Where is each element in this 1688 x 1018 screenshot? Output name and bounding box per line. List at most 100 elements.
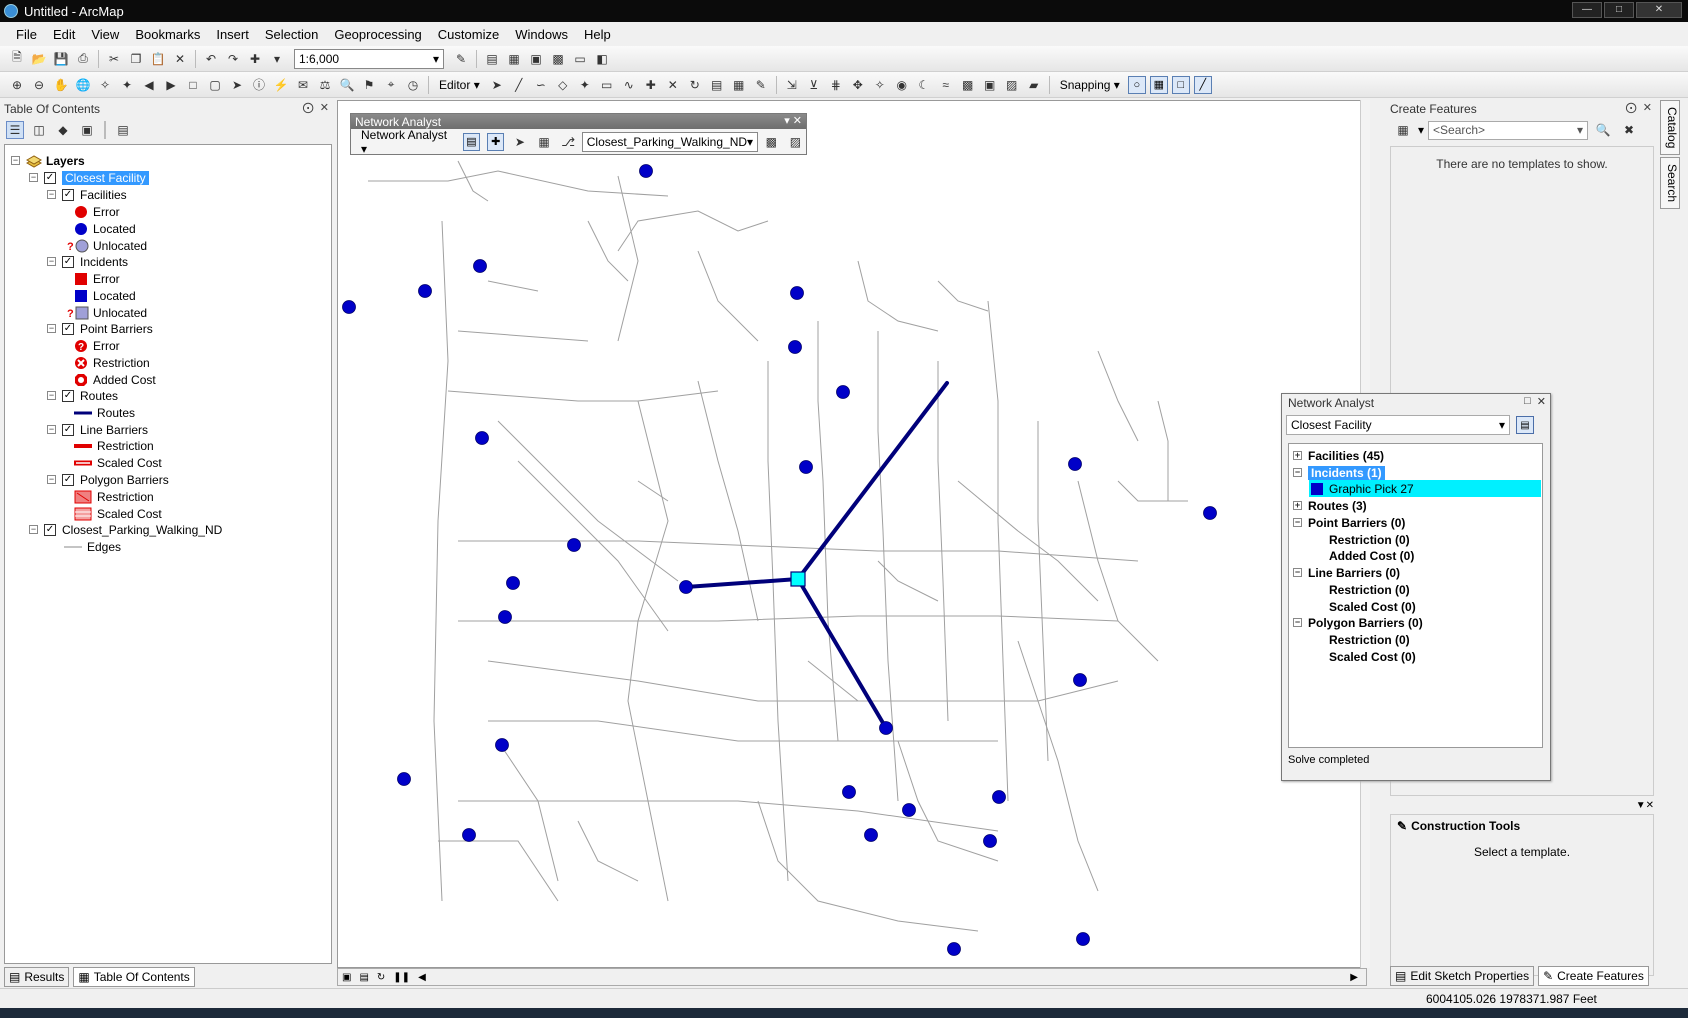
close-icon[interactable]: ✕ (1537, 395, 1546, 408)
layers-row[interactable]: − Layers (11, 152, 85, 169)
table-of-contents-icon[interactable]: ▤ (483, 50, 501, 68)
routes-class-row[interactable]: + Routes (3) (1293, 497, 1367, 514)
menu-customize[interactable]: Customize (430, 27, 507, 42)
search-icon[interactable]: 🔍 (1594, 121, 1612, 139)
build-network-icon[interactable]: ▦ (535, 133, 552, 151)
menu-selection[interactable]: Selection (257, 27, 326, 42)
shared-edge-icon[interactable]: ✧ (871, 76, 889, 94)
directions-icon[interactable]: ▨ (787, 133, 804, 151)
template-search-box[interactable]: <Search> ▾ (1428, 120, 1589, 140)
incidents-row[interactable]: − ✓ Incidents (47, 253, 128, 270)
line-barriers-row[interactable]: − ✓ Line Barriers (47, 421, 148, 438)
layer-properties-icon[interactable]: ▤ (1516, 416, 1534, 434)
sketch-properties-icon[interactable]: ▦ (730, 76, 748, 94)
toc-options-icon[interactable]: ▤ (114, 121, 132, 139)
reshape-icon[interactable]: ∿ (620, 76, 638, 94)
create-network-location-icon[interactable]: ✚ (487, 132, 505, 151)
cut-icon[interactable]: ✂ (105, 50, 123, 68)
collapse-icon[interactable]: − (47, 190, 56, 199)
subclass-row[interactable]: Restriction (0) (1329, 631, 1410, 648)
point-barriers-class-row[interactable]: − Point Barriers (0) (1293, 514, 1405, 531)
close-icon[interactable]: ✕ (1643, 102, 1652, 114)
menu-insert[interactable]: Insert (208, 27, 257, 42)
validate-icon[interactable]: ▣ (981, 76, 999, 94)
network-identify-icon[interactable]: ▩ (763, 133, 780, 151)
pin-icon[interactable]: ⨀ (1626, 102, 1637, 114)
pause-drawing-icon[interactable]: ❚❚ (393, 972, 410, 983)
chevron-down-icon[interactable]: ▾ (1499, 418, 1505, 432)
close-button[interactable]: ✕ (1636, 2, 1682, 18)
back-extent-icon[interactable]: ◀ (140, 76, 158, 94)
search-dock-tab[interactable]: Search (1660, 157, 1680, 210)
clear-search-icon[interactable]: ✖ (1620, 121, 1638, 139)
menu-view[interactable]: View (83, 27, 127, 42)
closest-facility-group-row[interactable]: − ✓ Closest Facility (29, 169, 149, 186)
panel-splitter[interactable]: ▼✕ (1390, 800, 1654, 812)
maximize-button[interactable]: □ (1604, 2, 1634, 18)
collapse-icon[interactable]: − (47, 391, 56, 400)
edit-vertices-icon[interactable]: ▭ (598, 76, 616, 94)
chevron-down-icon[interactable]: ▾ (784, 115, 790, 127)
analysis-layer-dropdown[interactable]: Closest Facility ▾ (1286, 415, 1510, 435)
copy-icon[interactable]: ❐ (127, 50, 145, 68)
menu-edit[interactable]: Edit (45, 27, 83, 42)
list-by-source-icon[interactable]: ◫ (30, 121, 48, 139)
facilities-row[interactable]: − ✓ Facilities (47, 186, 127, 203)
layer-visibility-checkbox[interactable]: ✓ (44, 171, 56, 184)
close-icon[interactable]: ✕ (320, 102, 329, 114)
measure-icon[interactable]: ⚖ (316, 76, 334, 94)
cut-polygons-icon[interactable]: ✚ (642, 76, 660, 94)
collapse-icon[interactable]: − (47, 324, 56, 333)
pan-icon[interactable]: ✋ (52, 76, 70, 94)
polygon-barriers-class-row[interactable]: − Polygon Barriers (0) (1293, 614, 1423, 631)
layer-visibility-checkbox[interactable]: ✓ (62, 423, 74, 436)
subclass-row[interactable]: Scaled Cost (0) (1329, 598, 1416, 615)
fix-topology-icon[interactable]: ▰ (1025, 76, 1043, 94)
select-features-icon[interactable]: □ (184, 76, 202, 94)
collapse-icon[interactable]: − (11, 156, 20, 165)
topology-icon[interactable]: ⇲ (783, 76, 801, 94)
vertex-snapping-icon[interactable]: □ (1171, 75, 1190, 94)
menu-geoprocessing[interactable]: Geoprocessing (326, 27, 429, 42)
organize-templates-icon[interactable]: ▦ (1394, 121, 1412, 139)
forward-extent-icon[interactable]: ▶ (162, 76, 180, 94)
arctoolbox-icon[interactable]: ▩ (549, 50, 567, 68)
pin-icon[interactable]: ⨀ (303, 102, 314, 114)
split-icon[interactable]: ✕ (664, 76, 682, 94)
open-icon[interactable]: 📂 (30, 50, 48, 68)
end-snapping-icon[interactable]: ▦ (1149, 75, 1168, 94)
find-icon[interactable]: 🔍 (338, 76, 356, 94)
menu-windows[interactable]: Windows (507, 27, 576, 42)
full-extent-icon[interactable]: 🌐 (74, 76, 92, 94)
chevron-down-icon[interactable]: ▾ (747, 135, 753, 149)
straight-segment-icon[interactable]: ╱ (510, 76, 528, 94)
network-analyst-menu[interactable]: Network Analyst ▾ (355, 128, 458, 156)
catalog-dock-tab[interactable]: Catalog (1660, 100, 1680, 156)
distribute-icon[interactable]: ⋕ (827, 76, 845, 94)
go-to-xy-icon[interactable]: ⌖ (382, 76, 400, 94)
create-features-icon[interactable]: ✎ (752, 76, 770, 94)
rotate-icon[interactable]: ↻ (686, 76, 704, 94)
error-inspector-icon[interactable]: ▨ (1003, 76, 1021, 94)
edge-snapping-icon[interactable]: ╱ (1193, 75, 1212, 94)
subclass-row[interactable]: Restriction (0) (1329, 581, 1410, 598)
polygon-barriers-row[interactable]: − ✓ Polygon Barriers (47, 471, 169, 488)
collapse-icon[interactable]: − (1293, 468, 1302, 477)
model-builder-icon[interactable]: ◧ (593, 50, 611, 68)
chevron-down-icon[interactable]: ▾ (268, 50, 286, 68)
chevron-down-icon[interactable]: ▾ (1418, 123, 1424, 137)
add-data-icon[interactable]: ✚ (246, 50, 264, 68)
layer-visibility-checkbox[interactable]: ✓ (62, 473, 74, 486)
attributes-icon[interactable]: ▤ (708, 76, 726, 94)
results-tab[interactable]: ▤ Results (4, 967, 70, 987)
refresh-icon[interactable]: ↻ (377, 972, 385, 983)
routes-row[interactable]: − ✓ Routes (47, 387, 118, 404)
chevron-down-icon[interactable]: ▾ (1577, 123, 1583, 137)
minimize-button[interactable]: — (1572, 2, 1602, 18)
line-barriers-class-row[interactable]: − Line Barriers (0) (1293, 564, 1400, 581)
collapse-icon[interactable]: − (47, 425, 56, 434)
catalog-icon[interactable]: ▦ (505, 50, 523, 68)
layer-visibility-checkbox[interactable]: ✓ (62, 322, 74, 335)
collapse-icon[interactable]: − (1293, 568, 1302, 577)
redo-icon[interactable]: ↷ (224, 50, 242, 68)
